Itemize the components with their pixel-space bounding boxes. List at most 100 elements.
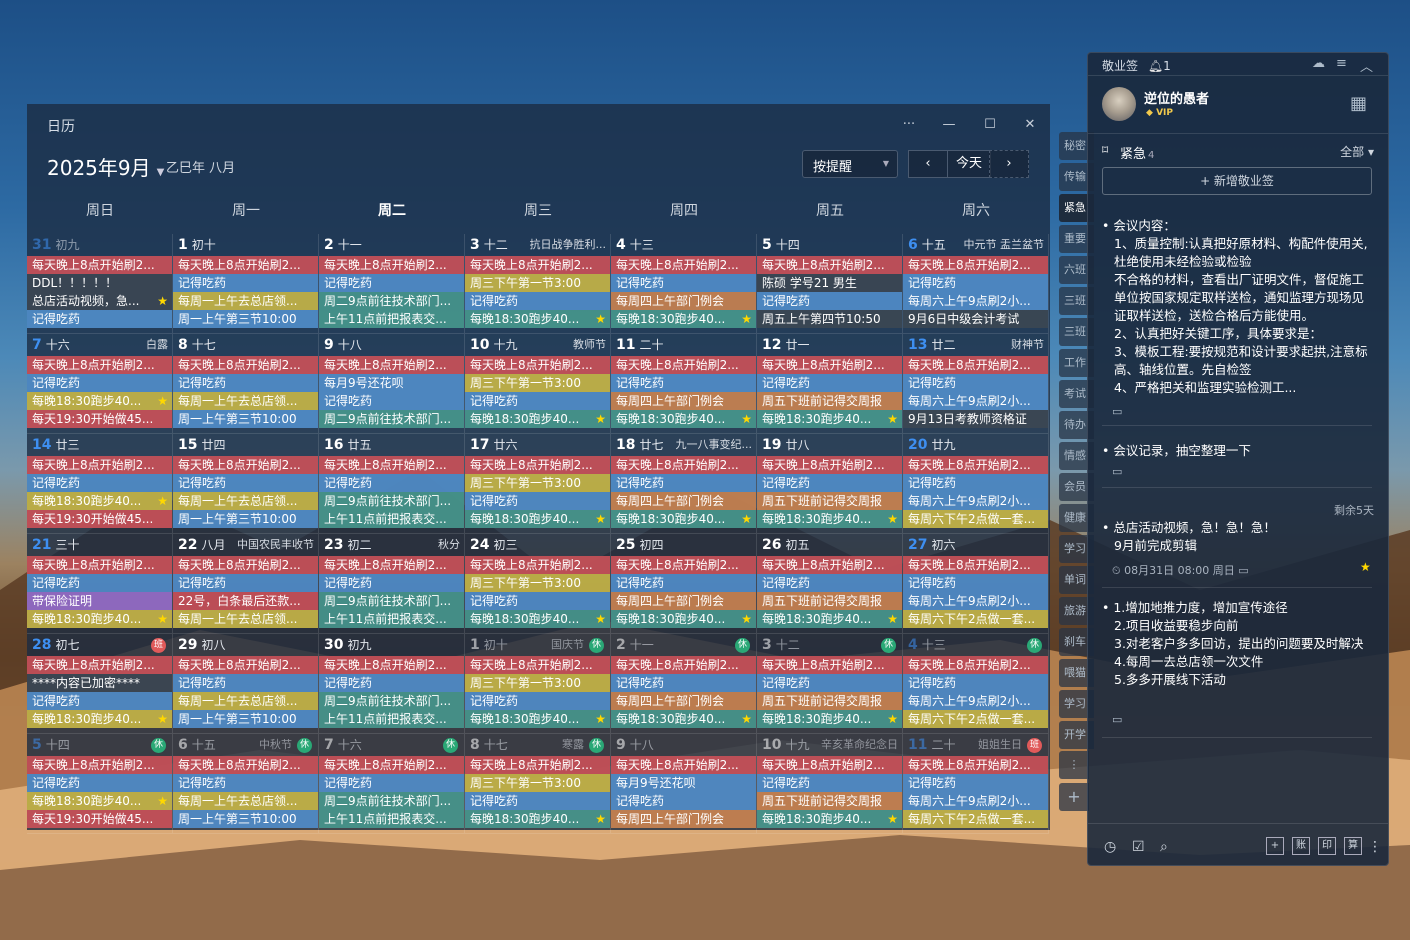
event-item[interactable]: 每晚18:30跑步40... ★	[465, 810, 610, 828]
event-item[interactable]: 上午11点前把报表交...	[319, 610, 464, 628]
day-cell[interactable]: 1 初十 国庆节休每天晚上8点开始刷2... 周三下午第一节3:00 记得吃药 每晚18:…	[465, 634, 611, 734]
bell-icon[interactable]: 🔔︎	[1148, 59, 1163, 73]
event-item[interactable]: 记得吃药	[319, 574, 464, 592]
event-item[interactable]: 记得吃药	[611, 792, 756, 810]
event-item[interactable]: 周三下午第一节3:00	[465, 474, 610, 492]
event-item[interactable]: 每周六上午9点刷2小...	[903, 792, 1048, 810]
day-cell[interactable]: 15 廿四 每天晚上8点开始刷2... 记得吃药 每周一上午去总店领... 周一上午第三节…	[173, 434, 319, 534]
event-item[interactable]: 每周六上午9点刷2小...	[903, 292, 1048, 310]
day-cell[interactable]: 9 十八 每天晚上8点开始刷2... 每月9号还花呗 记得吃药 周二9点前往技术部门...	[319, 334, 465, 434]
event-item[interactable]: 记得吃药	[757, 774, 902, 792]
event-item[interactable]: 记得吃药	[903, 274, 1048, 292]
event-item[interactable]: 每晚18:30跑步40... ★	[27, 792, 172, 810]
day-cell[interactable]: 7 十六 白露 每天晚上8点开始刷2... 记得吃药 每晚18:30跑步40... ★ 每天1…	[27, 334, 173, 434]
event-item[interactable]: 每天晚上8点开始刷2...	[465, 256, 610, 274]
calendar-icon[interactable]: ▦	[1350, 93, 1367, 114]
event-item[interactable]: 每晚18:30跑步40... ★	[27, 710, 172, 728]
event-item[interactable]: 每天晚上8点开始刷2...	[611, 756, 756, 774]
day-cell[interactable]: 16 廿五 每天晚上8点开始刷2... 记得吃药 周二9点前往技术部门... 上午11点前…	[319, 434, 465, 534]
event-item[interactable]: 每周六上午9点刷2小...	[903, 592, 1048, 610]
event-item[interactable]: 记得吃药	[465, 492, 610, 510]
event-item[interactable]: 记得吃药	[27, 574, 172, 592]
event-item[interactable]: 周二9点前往技术部门...	[319, 792, 464, 810]
event-item[interactable]: 记得吃药	[27, 774, 172, 792]
event-item[interactable]: 周二9点前往技术部门...	[319, 292, 464, 310]
day-cell[interactable]: 6 十五 中元节 盂兰盆节 每天晚上8点开始刷2... 记得吃药 每周六上午9点刷2小..…	[903, 234, 1049, 334]
event-item[interactable]: 记得吃药	[173, 474, 318, 492]
event-item[interactable]: 记得吃药	[757, 374, 902, 392]
day-cell[interactable]: 14 廿三 每天晚上8点开始刷2... 记得吃药 每晚18:30跑步40... ★ 每天19…	[27, 434, 173, 534]
event-item[interactable]: 每天晚上8点开始刷2...	[903, 256, 1048, 274]
star-icon[interactable]: ★	[1360, 560, 1371, 574]
day-cell[interactable]: 22 八月 中国农民丰收节 每天晚上8点开始刷2... 记得吃药 22号，白条最后还款..…	[173, 534, 319, 634]
event-item[interactable]: 每天晚上8点开始刷2...	[173, 756, 318, 774]
event-item[interactable]: 记得吃药	[27, 692, 172, 710]
event-item[interactable]: 每周六下午2点做一套...	[903, 510, 1048, 528]
event-item[interactable]: 上午11点前把报表交...	[319, 510, 464, 528]
event-item[interactable]: 周五下班前记得交周报	[757, 692, 902, 710]
ledger-icon[interactable]: 账	[1292, 836, 1310, 855]
event-item[interactable]: 周二9点前往技术部门...	[319, 410, 464, 428]
event-item[interactable]: 记得吃药	[319, 774, 464, 792]
add-icon[interactable]: +	[1266, 836, 1284, 855]
note-edit-icon[interactable]: ▭	[1112, 465, 1122, 478]
day-cell[interactable]: 23 初二 秋分 每天晚上8点开始刷2... 记得吃药 周二9点前往技术部门... 上午11…	[319, 534, 465, 634]
note-item[interactable]: • 会议内容： 1、质量控制:认真把好原材料、构配件使用关,杜绝使用未经检验或检验…	[1102, 217, 1372, 401]
event-item[interactable]: 记得吃药	[611, 274, 756, 292]
day-cell[interactable]: 18 廿七 九一八事变纪... 每天晚上8点开始刷2... 记得吃药 每周四上午部门例会每…	[611, 434, 757, 534]
print-icon[interactable]: 印	[1318, 836, 1336, 855]
event-item[interactable]: 每周六下午2点做一套...	[903, 610, 1048, 628]
event-item[interactable]: 每周六上午9点刷2小...	[903, 692, 1048, 710]
event-item[interactable]: 每周四上午部门例会	[611, 392, 756, 410]
day-cell[interactable]: 29 初八 每天晚上8点开始刷2... 记得吃药 每周一上午去总店领... 周一上午第三节…	[173, 634, 319, 734]
event-item[interactable]: 每周六下午2点做一套...	[903, 810, 1048, 828]
event-item[interactable]: 每周四上午部门例会	[611, 592, 756, 610]
event-item[interactable]: 记得吃药	[611, 674, 756, 692]
event-item[interactable]: 记得吃药	[319, 674, 464, 692]
event-item[interactable]: 每周一上午去总店领...	[173, 610, 318, 628]
event-item[interactable]: 每天晚上8点开始刷2...	[611, 456, 756, 474]
event-item[interactable]: 周五下班前记得交周报	[757, 492, 902, 510]
event-item[interactable]: 每天晚上8点开始刷2...	[757, 356, 902, 374]
event-item[interactable]: 每晚18:30跑步40... ★	[757, 710, 902, 728]
today-button[interactable]: 今天	[947, 150, 991, 178]
event-item[interactable]: 每月9号还花呗	[611, 774, 756, 792]
event-item[interactable]: 记得吃药	[757, 292, 902, 310]
day-cell[interactable]: 2 十一 休每天晚上8点开始刷2... 记得吃药 每周四上午部门例会 每晚18:30跑步4…	[611, 634, 757, 734]
search-icon[interactable]: ⌕	[1160, 839, 1168, 855]
event-item[interactable]: 每周四上午部门例会	[611, 492, 756, 510]
event-item[interactable]: 记得吃药	[611, 574, 756, 592]
day-cell[interactable]: 4 十三 休每天晚上8点开始刷2... 记得吃药 每周六上午9点刷2小... 每周六下午2…	[903, 634, 1049, 734]
event-item[interactable]: 周五下班前记得交周报	[757, 592, 902, 610]
event-item[interactable]: 每天晚上8点开始刷2...	[173, 656, 318, 674]
event-item[interactable]: 每晚18:30跑步40... ★	[757, 510, 902, 528]
event-item[interactable]: 22号，白条最后还款...	[173, 592, 318, 610]
menu-icon[interactable]: ≡	[1336, 56, 1347, 71]
day-cell[interactable]: 11 二十 每天晚上8点开始刷2... 记得吃药 每周四上午部门例会 每晚18:30跑步4…	[611, 334, 757, 434]
event-item[interactable]: 每天晚上8点开始刷2...	[319, 656, 464, 674]
day-cell[interactable]: 12 廿一 每天晚上8点开始刷2... 记得吃药 周五下班前记得交周报 每晚18:30跑步…	[757, 334, 903, 434]
event-item[interactable]: 上午11点前把报表交...	[319, 810, 464, 828]
event-item[interactable]: 每天晚上8点开始刷2...	[903, 356, 1048, 374]
event-item[interactable]: 每天晚上8点开始刷2...	[27, 556, 172, 574]
event-item[interactable]: 每天晚上8点开始刷2...	[611, 356, 756, 374]
event-item[interactable]: 记得吃药	[903, 774, 1048, 792]
event-item[interactable]: 总店活动视频，急... ★	[27, 292, 172, 310]
event-item[interactable]: 每周一上午去总店领...	[173, 492, 318, 510]
event-item[interactable]: 9月6日中级会计考试	[903, 310, 1048, 328]
history-icon[interactable]: ◷	[1104, 839, 1116, 855]
day-cell[interactable]: 13 廿二 财神节 每天晚上8点开始刷2... 记得吃药 每周六上午9点刷2小... 9月1…	[903, 334, 1049, 434]
close-icon[interactable]: ✕	[1019, 114, 1041, 136]
event-item[interactable]: 记得吃药	[465, 592, 610, 610]
event-item[interactable]: 带保险证明	[27, 592, 172, 610]
event-item[interactable]: 9月13日考教师资格证	[903, 410, 1048, 428]
event-item[interactable]: 记得吃药	[27, 310, 172, 328]
minimize-icon[interactable]: —	[938, 114, 960, 136]
event-item[interactable]: 记得吃药	[903, 574, 1048, 592]
event-item[interactable]: 每天晚上8点开始刷2...	[465, 656, 610, 674]
day-cell[interactable]: 2 十一 每天晚上8点开始刷2... 记得吃药 周二9点前往技术部门... 上午11点前把…	[319, 234, 465, 334]
day-cell[interactable]: 19 廿八 每天晚上8点开始刷2... 记得吃药 周五下班前记得交周报 每晚18:30跑步…	[757, 434, 903, 534]
day-cell[interactable]: 17 廿六 每天晚上8点开始刷2... 周三下午第一节3:00 记得吃药 每晚18:30跑…	[465, 434, 611, 534]
day-cell[interactable]: 24 初三 每天晚上8点开始刷2... 周三下午第一节3:00 记得吃药 每晚18:30跑…	[465, 534, 611, 634]
day-cell[interactable]: 9 十八 每天晚上8点开始刷2... 每月9号还花呗 记得吃药 每周四上午部门例会	[611, 734, 757, 834]
